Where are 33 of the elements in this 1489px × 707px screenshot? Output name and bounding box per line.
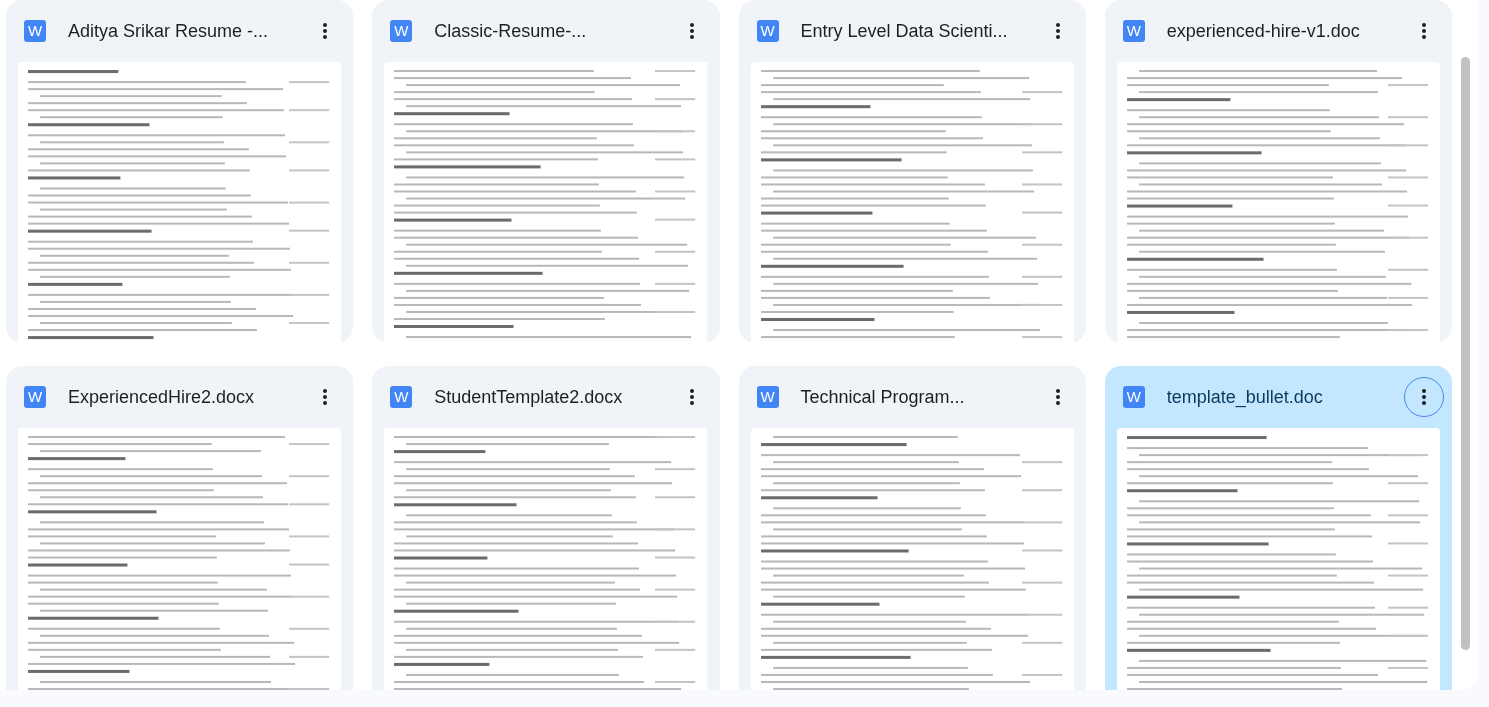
more-vertical-icon	[1055, 23, 1060, 39]
file-name: ExperiencedHire2.docx	[68, 385, 256, 409]
scrollbar-thumb[interactable]	[1460, 57, 1470, 650]
file-card[interactable]: W Classic-Resume-...	[372, 0, 720, 343]
word-doc-icon: W	[24, 386, 46, 408]
file-card[interactable]: W Technical Program...	[738, 366, 1086, 690]
file-card[interactable]: W template_bullet.doc	[1104, 366, 1452, 690]
word-doc-icon: W	[1122, 20, 1145, 42]
file-name: Entry Level Data Scienti...	[800, 19, 1009, 43]
word-doc-icon: W	[1122, 386, 1145, 408]
file-card[interactable]: W Aditya Srikar Resume -...	[6, 0, 354, 343]
file-name: Technical Program...	[800, 385, 966, 409]
more-vertical-icon	[689, 23, 694, 39]
word-doc-icon: W	[390, 386, 413, 408]
more-vertical-icon	[323, 23, 328, 39]
file-name: Aditya Srikar Resume -...	[68, 19, 270, 43]
file-name: template_bullet.doc	[1166, 385, 1324, 410]
file-card[interactable]: W Entry Level Data Scienti...	[738, 0, 1086, 343]
file-name: experienced-hire-v1.doc	[1166, 19, 1361, 43]
file-name: StudentTemplate2.docx	[434, 385, 624, 409]
more-vertical-icon	[1422, 389, 1426, 405]
more-vertical-icon	[1055, 389, 1060, 405]
word-doc-icon: W	[390, 20, 413, 42]
more-vertical-icon	[323, 389, 328, 405]
more-vertical-icon	[689, 389, 694, 405]
word-doc-icon: W	[756, 20, 779, 42]
word-doc-icon: W	[756, 386, 779, 408]
file-card[interactable]: W ExperiencedHire2.docx	[6, 366, 354, 690]
file-name: Classic-Resume-...	[434, 19, 588, 43]
more-vertical-icon	[1422, 23, 1426, 39]
word-doc-icon: W	[24, 20, 46, 42]
file-card[interactable]: W StudentTemplate2.docx	[372, 366, 720, 690]
file-card[interactable]: W experienced-hire-v1.doc	[1104, 0, 1452, 343]
